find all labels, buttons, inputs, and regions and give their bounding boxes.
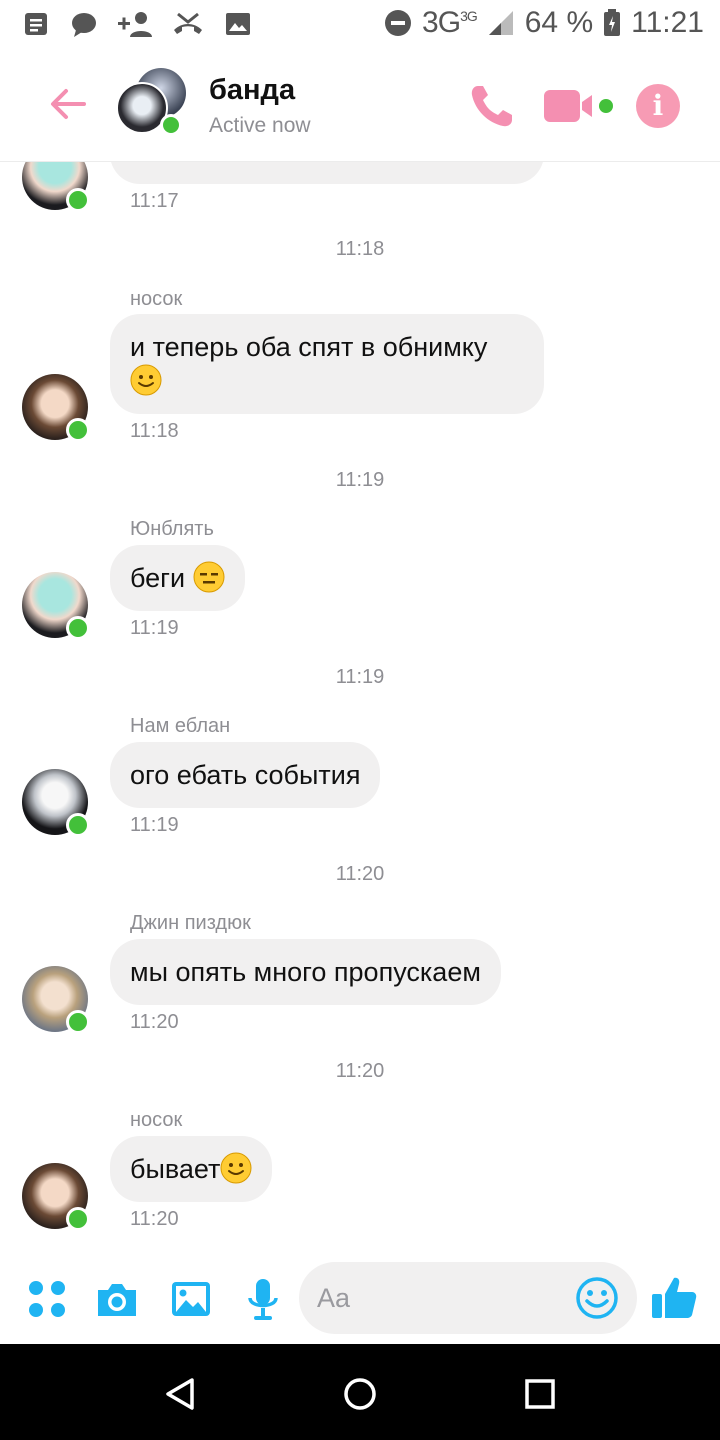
online-indicator xyxy=(66,188,90,212)
sender-name: Юнблять xyxy=(130,518,214,540)
sender-name: Нам еблан xyxy=(130,715,231,737)
avatar[interactable] xyxy=(22,162,90,212)
video-call-icon[interactable] xyxy=(542,80,618,132)
message-text: бывает xyxy=(130,1154,221,1184)
time-divider: 11:19 xyxy=(335,469,385,491)
avatar[interactable] xyxy=(22,1163,90,1231)
online-indicator xyxy=(66,1010,90,1034)
group-avatar[interactable] xyxy=(116,68,188,140)
chat-bubble-icon xyxy=(72,13,96,37)
online-indicator xyxy=(66,813,90,837)
online-indicator xyxy=(66,418,90,442)
message-text: ого ебать события xyxy=(130,760,361,790)
back-triangle-icon[interactable] xyxy=(160,1374,200,1414)
message-input-wrapper xyxy=(299,1262,637,1334)
message-list[interactable]: 11:17 11:18 носок и теперь оба спят в об… xyxy=(0,162,720,1254)
time-divider: 11:20 xyxy=(335,1060,385,1082)
online-indicator xyxy=(160,114,182,136)
battery-percent: 64 % xyxy=(524,6,594,39)
message-time: 11:19 xyxy=(130,617,179,639)
emoji-picker-icon[interactable] xyxy=(575,1276,619,1320)
time-divider: 11:20 xyxy=(335,863,385,885)
more-actions-icon[interactable] xyxy=(24,1276,70,1322)
back-arrow-icon[interactable] xyxy=(44,80,92,128)
home-circle-icon[interactable] xyxy=(340,1374,380,1414)
slightly-smiling-face-icon xyxy=(130,364,162,396)
add-person-icon xyxy=(118,12,152,37)
conversation-header: банда Active now i xyxy=(0,50,720,162)
message-bubble[interactable]: ого ебать события xyxy=(110,742,381,808)
missed-call-icon xyxy=(174,12,202,34)
message-time: 11:17 xyxy=(130,190,179,212)
phone-call-icon[interactable] xyxy=(466,80,518,132)
sender-name: носок xyxy=(130,288,183,310)
avatar[interactable] xyxy=(22,769,90,837)
active-status: Active now xyxy=(209,114,311,137)
notes-icon xyxy=(25,13,47,35)
notification-icons xyxy=(22,10,252,38)
avatar[interactable] xyxy=(22,374,90,442)
camera-icon[interactable] xyxy=(94,1276,140,1322)
avatar[interactable] xyxy=(22,966,90,1034)
message-bubble[interactable]: и теперь оба спят в обнимку xyxy=(110,314,544,414)
signal-icon xyxy=(488,11,513,35)
message-time: 11:20 xyxy=(130,1011,179,1033)
message-bubble[interactable]: мы опять много пропускаем xyxy=(110,939,501,1005)
microphone-icon[interactable] xyxy=(240,1276,286,1322)
avatar[interactable] xyxy=(22,572,90,640)
clock: 11:21 xyxy=(631,6,704,39)
time-divider: 11:18 xyxy=(335,238,385,260)
message-input[interactable] xyxy=(317,1278,567,1318)
do-not-disturb-icon xyxy=(385,10,412,36)
message-bubble-partial[interactable] xyxy=(110,162,544,184)
recents-square-icon[interactable] xyxy=(520,1374,560,1414)
message-text: мы опять много пропускаем xyxy=(130,957,481,987)
online-indicator xyxy=(66,616,90,640)
online-indicator xyxy=(66,1207,90,1231)
message-text: беги xyxy=(130,563,186,593)
gallery-icon[interactable] xyxy=(168,1276,214,1322)
message-time: 11:18 xyxy=(130,420,179,442)
image-icon xyxy=(226,13,250,35)
expressionless-face-icon xyxy=(193,561,225,593)
system-nav-bar xyxy=(0,1344,720,1440)
message-text: и теперь оба спят в обнимку xyxy=(130,332,488,362)
message-bubble[interactable]: беги xyxy=(110,545,245,611)
status-bar: 3G3G 64 % 11:21 xyxy=(0,0,720,50)
battery-icon xyxy=(604,9,621,36)
message-time: 11:20 xyxy=(130,1208,179,1230)
message-composer xyxy=(0,1254,720,1344)
sender-name: Джин пиздюк xyxy=(130,912,251,934)
time-divider: 11:19 xyxy=(335,666,385,688)
info-icon[interactable]: i xyxy=(636,84,680,128)
message-time: 11:19 xyxy=(130,814,179,836)
status-right: 3G3G 64 % 11:21 xyxy=(384,6,704,40)
message-bubble[interactable]: бывает xyxy=(110,1136,273,1202)
sender-name: носок xyxy=(130,1109,183,1131)
network-type: 3G3G xyxy=(422,6,478,39)
conversation-title[interactable]: банда xyxy=(209,74,295,107)
slightly-smiling-face-icon xyxy=(220,1152,252,1184)
like-thumbs-up-icon[interactable] xyxy=(650,1274,698,1322)
